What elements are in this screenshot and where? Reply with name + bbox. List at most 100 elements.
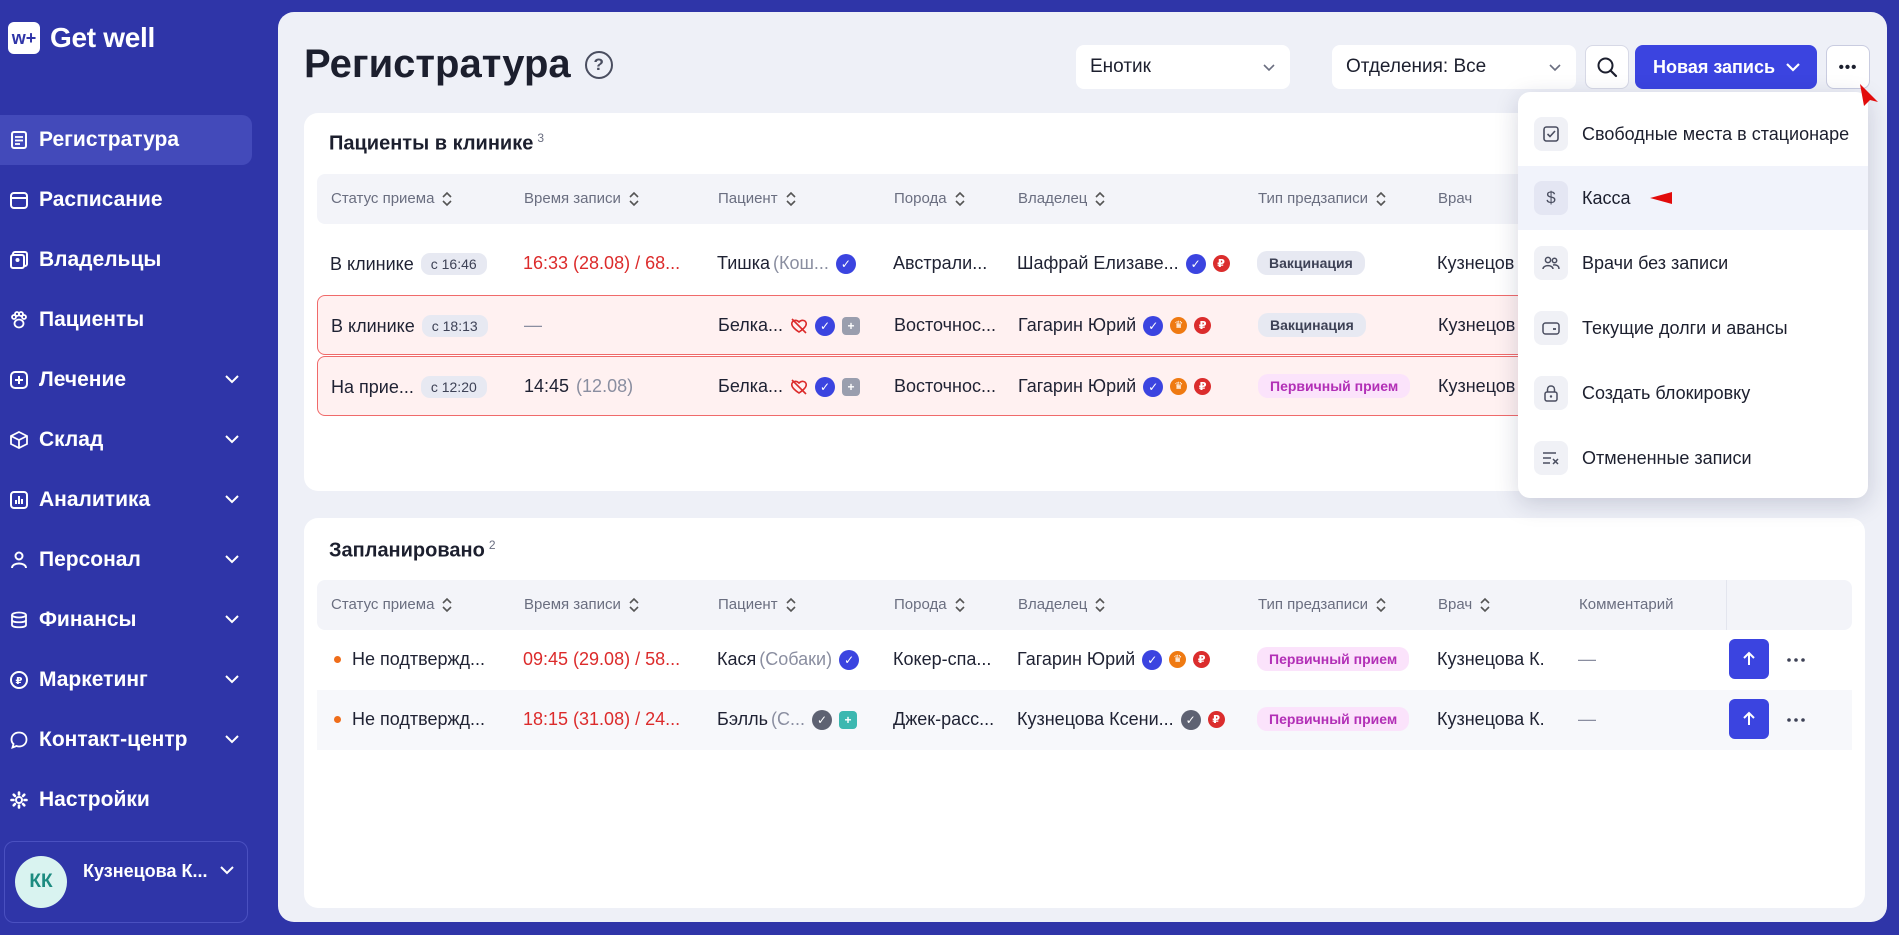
- col-label: Комментарий: [1579, 596, 1674, 613]
- since-chip: с 18:13: [421, 315, 488, 337]
- sidebar-item-label: Склад: [39, 428, 104, 451]
- sidebar-item-raspisanie[interactable]: Расписание: [0, 175, 252, 225]
- type-chip: Первичный прием: [1257, 647, 1410, 671]
- sidebar-item-vladeltsy[interactable]: Владельцы: [0, 235, 252, 285]
- verified-icon: ✓: [1143, 315, 1164, 336]
- owner-cell[interactable]: Гагарин Юрий ✓ ♛ ₽: [1017, 649, 1211, 670]
- new-record-button[interactable]: Новая запись: [1635, 45, 1817, 89]
- menu-item-label: Создать блокировку: [1582, 382, 1751, 403]
- ruble-circle-icon: ₽: [10, 671, 28, 689]
- status-cell: В клинике с 16:46: [330, 253, 487, 275]
- breed-cell: Кокер-спа...: [893, 649, 992, 669]
- col-status[interactable]: Статус приема: [331, 190, 453, 207]
- col-status[interactable]: Статус приема: [331, 596, 453, 613]
- search-button[interactable]: [1585, 45, 1629, 89]
- chevron-down-icon: [225, 555, 239, 564]
- doctor-cell: Кузнецов: [1438, 315, 1516, 335]
- crown-icon: ♛: [1169, 651, 1187, 668]
- col-time[interactable]: Время записи: [524, 596, 639, 613]
- owner-name: Кузнецова Ксени...: [1017, 709, 1174, 729]
- type-chip: Первичный прием: [1257, 707, 1410, 731]
- col-type[interactable]: Тип предзаписи: [1258, 596, 1386, 613]
- owner-name: Гагарин Юрий: [1017, 649, 1136, 669]
- sidebar-item-marketing[interactable]: ₽ Маркетинг: [0, 655, 252, 705]
- col-doctor[interactable]: Врач: [1438, 596, 1490, 613]
- table-row[interactable]: Не подтвержд... 18:15 (31.08) / 24... Бэ…: [317, 690, 1852, 750]
- sidebar-item-registratura[interactable]: Регистратура: [0, 115, 252, 165]
- user-name: Кузнецова К...: [83, 860, 208, 881]
- owner-cell[interactable]: Шафрай Елизаве... ✓ ₽: [1017, 253, 1230, 274]
- sidebar-item-analitika[interactable]: Аналитика: [0, 475, 252, 525]
- menu-item-kassa[interactable]: $ Касса: [1518, 166, 1868, 230]
- patient-cell[interactable]: Бэлль (С... ✓ +: [717, 709, 857, 730]
- col-doctor[interactable]: Врач: [1438, 190, 1472, 207]
- row-more-button[interactable]: [1785, 650, 1807, 670]
- col-type[interactable]: Тип предзаписи: [1258, 190, 1386, 207]
- ruble-icon: ₽: [1194, 317, 1212, 334]
- register-icon: [10, 131, 28, 149]
- menu-item-create-block[interactable]: Создать блокировку: [1518, 361, 1868, 425]
- sidebar-item-kontakt-tsentr[interactable]: Контакт-центр: [0, 715, 252, 765]
- clinic-select[interactable]: Енотик: [1076, 45, 1290, 89]
- table-row[interactable]: Не подтвержд... 09:45 (29.08) / 58... Ка…: [317, 630, 1852, 690]
- planned-count: 2: [488, 538, 496, 552]
- pointer-arrow-icon: [1860, 84, 1878, 106]
- since-chip: с 12:20: [420, 376, 487, 398]
- status-cell: В клинике с 18:13: [331, 315, 488, 337]
- col-breed[interactable]: Порода: [894, 596, 965, 613]
- patient-cell[interactable]: Кася (Собаки) ✓: [717, 649, 860, 670]
- menu-item-cancelled[interactable]: Отмененные записи: [1518, 426, 1868, 490]
- owner-cell[interactable]: Кузнецова Ксени... ✓ ₽: [1017, 709, 1225, 730]
- sidebar-item-finansy[interactable]: Финансы: [0, 595, 252, 645]
- col-owner[interactable]: Владелец: [1018, 596, 1105, 613]
- person-icon: [10, 551, 28, 569]
- row-more-button[interactable]: [1785, 710, 1807, 730]
- chevron-down-icon[interactable]: [217, 860, 237, 880]
- chevron-down-icon: [1786, 63, 1800, 72]
- patient-cell[interactable]: Белка... ✓ +: [718, 376, 861, 397]
- owner-cell[interactable]: Гагарин Юрий ✓ ♛ ₽: [1018, 376, 1212, 397]
- sidebar-item-label: Персонал: [39, 548, 141, 571]
- patient-species: (Собаки): [759, 649, 833, 669]
- menu-item-doctors-free[interactable]: Врачи без записи: [1518, 231, 1868, 295]
- more-icon: [1787, 718, 1805, 722]
- breed-cell: Австрали...: [893, 253, 988, 273]
- col-time[interactable]: Время записи: [524, 190, 639, 207]
- move-up-button[interactable]: [1729, 639, 1769, 679]
- department-select[interactable]: Отделения: Все: [1332, 45, 1576, 89]
- status-text: Не подтвержд...: [352, 709, 486, 729]
- logo[interactable]: w+ Get well: [8, 22, 155, 54]
- sidebar-item-personal[interactable]: Персонал: [0, 535, 252, 585]
- status-cell: Не подтвержд...: [334, 649, 485, 670]
- medkit-icon: +: [842, 316, 861, 335]
- col-label: Статус приема: [331, 190, 435, 207]
- gear-icon: [10, 791, 28, 809]
- paw-icon: [10, 311, 28, 329]
- col-breed[interactable]: Порода: [894, 190, 965, 207]
- dollar-icon: $: [1534, 181, 1568, 215]
- sidebar-item-nastroiki[interactable]: Настройки: [0, 775, 252, 825]
- sidebar-item-label: Лечение: [39, 368, 127, 391]
- col-owner[interactable]: Владелец: [1018, 190, 1105, 207]
- time-cell: 16:33 (28.08) / 68...: [523, 253, 681, 273]
- patient-cell[interactable]: Белка... ✓ +: [718, 315, 861, 336]
- sidebar-item-label: Пациенты: [39, 308, 145, 331]
- more-options-button[interactable]: •••: [1826, 45, 1870, 89]
- col-patient[interactable]: Пациент: [718, 190, 796, 207]
- col-patient[interactable]: Пациент: [718, 596, 796, 613]
- patient-cell[interactable]: Тишка (Кош... ✓: [717, 253, 856, 274]
- sidebar-item-lechenie[interactable]: Лечение: [0, 355, 252, 405]
- menu-item-free-beds[interactable]: Свободные места в стационаре: [1518, 102, 1868, 166]
- chevron-down-icon: [1549, 64, 1561, 72]
- user-card[interactable]: КК Кузнецова К...: [4, 841, 248, 923]
- col-comment[interactable]: Комментарий: [1579, 596, 1673, 613]
- sidebar-item-patsienty[interactable]: Пациенты: [0, 295, 252, 345]
- sidebar-item-sklad[interactable]: Склад: [0, 415, 252, 465]
- owner-cell[interactable]: Гагарин Юрий ✓ ♛ ₽: [1018, 315, 1212, 336]
- help-icon[interactable]: ?: [584, 50, 613, 79]
- search-icon: [1597, 57, 1618, 78]
- move-up-button[interactable]: [1729, 699, 1769, 739]
- chevron-down-icon: [1263, 64, 1275, 72]
- sidebar-item-label: Маркетинг: [39, 668, 148, 691]
- menu-item-debts[interactable]: Текущие долги и авансы: [1518, 296, 1868, 360]
